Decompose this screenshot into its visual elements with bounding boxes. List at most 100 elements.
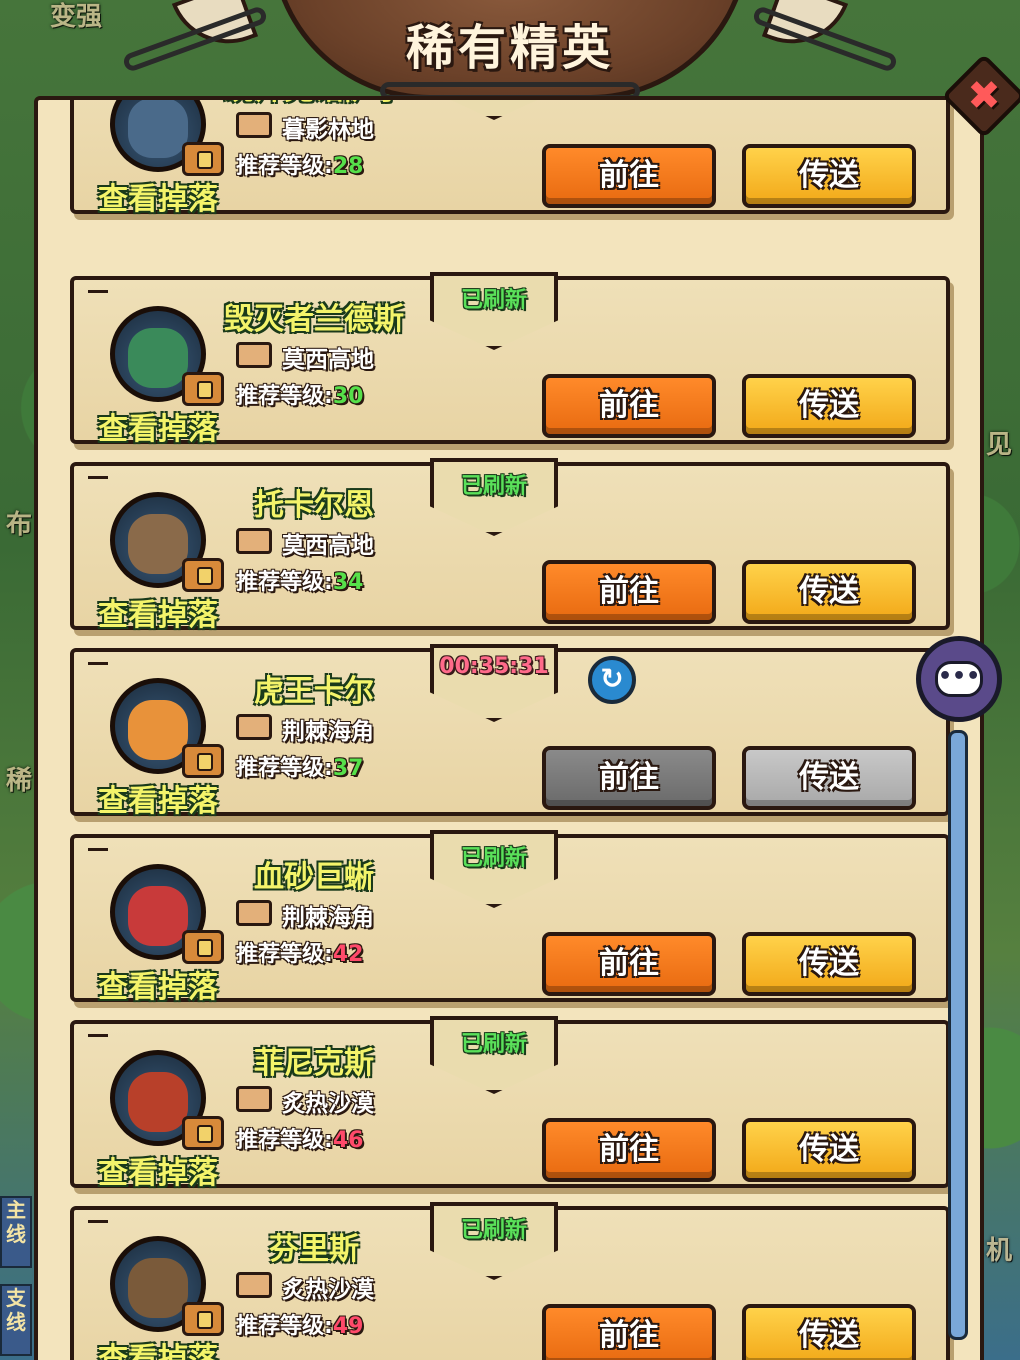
map-icon: [236, 1086, 272, 1112]
boss-face: [128, 100, 188, 159]
view-drops-link[interactable]: 查看掉落: [98, 404, 218, 448]
boss-name: 菲尼克斯: [254, 1046, 374, 1081]
level-prefix: 推荐等级:: [236, 570, 333, 595]
treasure-chest-icon[interactable]: [182, 930, 224, 964]
treasure-chest-icon[interactable]: [182, 142, 224, 176]
go-button[interactable]: 前往: [542, 1118, 716, 1182]
boss-location: 荆棘海角: [282, 719, 374, 745]
boss-card: 查看掉落 菲尼克斯 炙热沙漠 推荐等级:46 已刷新 前往 传送: [70, 1016, 950, 1191]
elite-panel: 查看掉落 统帅克诺萨尔 暮影林地 推荐等级:28 已刷新 前往 传送 查看掉落 …: [34, 96, 984, 1360]
map-icon: [236, 900, 272, 926]
view-drops-link[interactable]: 查看掉落: [98, 1334, 218, 1360]
bg-label-left-mid1: 布: [6, 510, 33, 540]
boss-location: 莫西高地: [282, 347, 374, 373]
boss-location: 莫西高地: [282, 533, 374, 559]
level-value: 46: [332, 1128, 364, 1153]
go-button[interactable]: 前往: [542, 144, 716, 208]
recommended-level: 推荐等级:49: [236, 1308, 363, 1340]
teleport-button[interactable]: 传送: [742, 374, 916, 438]
go-button[interactable]: 前往: [542, 932, 716, 996]
recommended-level: 推荐等级:28: [236, 148, 363, 180]
level-value: 30: [332, 384, 364, 409]
refresh-icon[interactable]: ↻: [588, 656, 636, 704]
map-icon: [236, 1272, 272, 1298]
chat-icon: •••: [935, 661, 983, 697]
boss-location: 荆棘海角: [282, 905, 374, 931]
recommended-level: 推荐等级:34: [236, 564, 363, 596]
status-text: 已刷新: [460, 1218, 527, 1243]
level-prefix: 推荐等级:: [236, 1128, 333, 1153]
level-value: 34: [332, 570, 364, 595]
level-value: 37: [332, 756, 364, 781]
teleport-button[interactable]: 传送: [742, 144, 916, 208]
treasure-chest-icon[interactable]: [182, 372, 224, 406]
boss-location: 暮影林地: [282, 117, 374, 143]
boss-card: 查看掉落 虎王卡尔 荆棘海角 推荐等级:37 00:35:31 前往 传送 ↻: [70, 644, 950, 819]
recommended-level: 推荐等级:46: [236, 1122, 363, 1154]
boss-card: 查看掉落 血砂巨蜥 荆棘海角 推荐等级:42 已刷新 前往 传送: [70, 830, 950, 1005]
level-prefix: 推荐等级:: [236, 942, 333, 967]
boss-face: [128, 1072, 188, 1133]
boss-name: 虎王卡尔: [254, 674, 374, 709]
view-drops-link[interactable]: 查看掉落: [98, 962, 218, 1006]
teleport-button[interactable]: 传送: [742, 1118, 916, 1182]
level-prefix: 推荐等级:: [236, 384, 333, 409]
go-button[interactable]: 前往: [542, 560, 716, 624]
view-drops-link[interactable]: 查看掉落: [98, 590, 218, 634]
treasure-chest-icon[interactable]: [182, 1302, 224, 1336]
boss-name: 统帅克诺萨尔: [224, 100, 404, 108]
boss-face: [128, 700, 188, 761]
bg-label-left-mid2: 稀: [6, 766, 33, 796]
boss-face: [128, 328, 188, 389]
scrollbar[interactable]: [948, 730, 968, 1340]
teleport-button[interactable]: 传送: [742, 560, 916, 624]
view-drops-link[interactable]: 查看掉落: [98, 776, 218, 820]
map-icon: [236, 112, 272, 138]
level-prefix: 推荐等级:: [236, 154, 333, 179]
teleport-button[interactable]: 传送: [742, 932, 916, 996]
side-tab-main[interactable]: 主线: [0, 1196, 32, 1268]
status-text: 00:35:31: [439, 654, 549, 679]
level-prefix: 推荐等级:: [236, 1314, 333, 1339]
recommended-level: 推荐等级:37: [236, 750, 363, 782]
boss-card: 查看掉落 统帅克诺萨尔 暮影林地 推荐等级:28 已刷新 前往 传送: [70, 100, 950, 217]
treasure-chest-icon[interactable]: [182, 744, 224, 778]
recommended-level: 推荐等级:42: [236, 936, 363, 968]
chat-button[interactable]: •••: [916, 636, 1002, 722]
recommended-level: 推荐等级:30: [236, 378, 363, 410]
boss-name: 血砂巨蜥: [254, 860, 374, 895]
bg-label-right-mid: 见: [986, 430, 1013, 460]
level-value: 49: [332, 1314, 364, 1339]
status-text: 已刷新: [460, 846, 527, 871]
teleport-button[interactable]: 传送: [742, 746, 916, 810]
boss-name: 毁灭者兰德斯: [224, 302, 404, 337]
boss-location: 炙热沙漠: [282, 1277, 374, 1303]
level-value: 42: [332, 942, 364, 967]
boss-card: 查看掉落 托卡尔恩 莫西高地 推荐等级:34 已刷新 前往 传送: [70, 458, 950, 633]
go-button[interactable]: 前往: [542, 1304, 716, 1360]
level-prefix: 推荐等级:: [236, 756, 333, 781]
treasure-chest-icon[interactable]: [182, 558, 224, 592]
boss-name: 托卡尔恩: [254, 488, 374, 523]
boss-face: [128, 514, 188, 575]
status-text: 已刷新: [460, 1032, 527, 1057]
boss-card: 查看掉落 芬里斯 炙热沙漠 推荐等级:49 已刷新 前往 传送: [70, 1202, 950, 1360]
boss-location: 炙热沙漠: [282, 1091, 374, 1117]
boss-card: 查看掉落 毁灭者兰德斯 莫西高地 推荐等级:30 已刷新 前往 传送: [70, 272, 950, 447]
treasure-chest-icon[interactable]: [182, 1116, 224, 1150]
view-drops-link[interactable]: 查看掉落: [98, 174, 218, 218]
side-tab-side[interactable]: 支线: [0, 1284, 32, 1356]
boss-face: [128, 1258, 188, 1319]
go-button[interactable]: 前往: [542, 746, 716, 810]
go-button[interactable]: 前往: [542, 374, 716, 438]
page-title: 稀有精英: [405, 20, 614, 76]
close-icon: ✖: [967, 73, 1001, 119]
map-icon: [236, 342, 272, 368]
teleport-button[interactable]: 传送: [742, 1304, 916, 1360]
level-value: 28: [332, 154, 364, 179]
status-text: 已刷新: [460, 474, 527, 499]
boss-face: [128, 886, 188, 947]
map-icon: [236, 528, 272, 554]
map-icon: [236, 714, 272, 740]
view-drops-link[interactable]: 查看掉落: [98, 1148, 218, 1192]
